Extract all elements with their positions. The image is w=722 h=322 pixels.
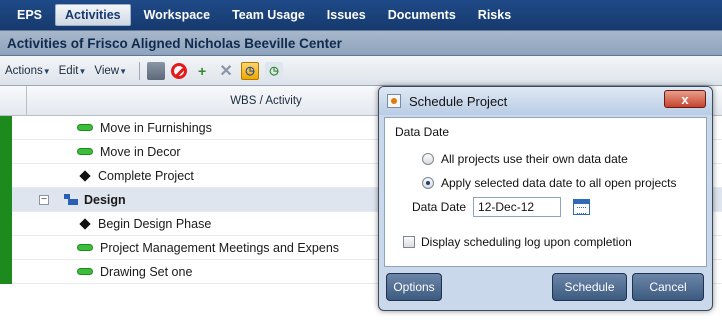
row-status-bar xyxy=(0,164,12,188)
nav-risks[interactable]: Risks xyxy=(469,5,520,25)
radio-own-label: All projects use their own data date xyxy=(441,152,628,166)
toolbar: Actions▼ Edit▼ View▼ + ✕ ◷ ◷ xyxy=(0,56,722,86)
view-menu-label: View xyxy=(94,64,120,77)
radio-button[interactable] xyxy=(422,153,434,165)
delete-icon[interactable]: ✕ xyxy=(217,62,235,80)
dialog-title-bar[interactable]: Schedule Project x xyxy=(379,87,712,115)
close-button[interactable]: x xyxy=(664,90,706,108)
radio-apply-data-date[interactable]: Apply selected data date to all open pro… xyxy=(422,176,677,190)
add-activity-icon[interactable]: + xyxy=(193,62,211,80)
row-status-bar xyxy=(0,116,12,140)
data-date-label: Data Date xyxy=(412,200,467,214)
row-status-bar xyxy=(0,236,12,260)
dialog-title: Schedule Project xyxy=(409,93,508,109)
dialog-body: Data Date All projects use their own dat… xyxy=(384,117,707,267)
row-status-bar xyxy=(0,212,12,236)
close-icon: x xyxy=(681,91,689,107)
row-status-bar xyxy=(0,140,12,164)
activity-icon xyxy=(77,148,93,155)
milestone-icon xyxy=(79,169,91,182)
data-date-row: Data Date 12-Dec-12 xyxy=(412,197,591,217)
schedule-button[interactable]: Schedule xyxy=(552,273,627,301)
top-nav: EPS Activities Workspace Team Usage Issu… xyxy=(0,0,722,30)
wbs-icon xyxy=(64,193,78,206)
edit-menu-label: Edit xyxy=(58,64,79,77)
actions-menu-label: Actions xyxy=(5,64,43,77)
row-label: Design xyxy=(84,192,126,207)
chevron-down-icon: ▼ xyxy=(78,66,87,76)
dialog-footer: Options Schedule Cancel xyxy=(379,269,712,310)
schedule-icon[interactable]: ◷ xyxy=(241,61,260,80)
row-label: Complete Project xyxy=(98,168,194,183)
calendar-icon[interactable] xyxy=(573,199,591,215)
chevron-down-icon: ▼ xyxy=(119,66,128,76)
row-label: Move in Decor xyxy=(100,144,181,159)
radio-button-selected[interactable] xyxy=(422,177,434,189)
radio-apply-label: Apply selected data date to all open pro… xyxy=(441,176,677,190)
cancel-changes-icon[interactable] xyxy=(171,62,188,79)
activity-icon xyxy=(77,244,93,251)
row-label: Begin Design Phase xyxy=(98,216,212,231)
row-status-bar xyxy=(0,260,12,284)
page-title-bar: Activities of Frisco Aligned Nicholas Be… xyxy=(0,30,722,56)
toolbar-divider xyxy=(139,61,141,80)
display-log-label: Display scheduling log upon completion xyxy=(421,235,632,249)
schedule-project-dialog: Schedule Project x Data Date All project… xyxy=(378,86,713,311)
nav-activities[interactable]: Activities xyxy=(55,4,131,26)
nav-issues[interactable]: Issues xyxy=(318,5,375,25)
nav-workspace[interactable]: Workspace xyxy=(135,5,219,25)
schedule-app-icon xyxy=(387,94,401,108)
save-icon[interactable] xyxy=(147,61,166,80)
page-title: Activities of Frisco Aligned Nicholas Be… xyxy=(7,35,342,51)
options-button[interactable]: Options xyxy=(386,273,442,301)
collapse-icon[interactable]: − xyxy=(39,194,49,205)
actions-menu[interactable]: Actions▼ xyxy=(5,65,51,77)
row-label: Project Management Meetings and Expens xyxy=(100,240,340,255)
view-menu[interactable]: View▼ xyxy=(94,65,127,77)
milestone-icon xyxy=(79,217,91,230)
display-log-option[interactable]: Display scheduling log upon completion xyxy=(403,235,632,249)
radio-own-data-date[interactable]: All projects use their own data date xyxy=(422,152,628,166)
activity-icon xyxy=(77,268,93,275)
row-status-bar xyxy=(0,188,12,212)
row-label: Move in Furnishings xyxy=(100,120,212,135)
nav-documents[interactable]: Documents xyxy=(379,5,465,25)
display-log-checkbox[interactable] xyxy=(403,236,415,248)
nav-team-usage[interactable]: Team Usage xyxy=(223,5,314,25)
data-date-input[interactable]: 12-Dec-12 xyxy=(473,197,562,217)
row-label: Drawing Set one xyxy=(100,264,193,279)
chevron-down-icon: ▼ xyxy=(42,66,51,76)
nav-eps[interactable]: EPS xyxy=(8,5,51,25)
data-date-section-label: Data Date xyxy=(395,125,450,139)
activity-icon xyxy=(77,124,93,131)
edit-menu[interactable]: Edit▼ xyxy=(59,65,87,77)
cancel-button[interactable]: Cancel xyxy=(632,273,704,301)
level-resources-icon[interactable]: ◷ xyxy=(265,61,284,80)
